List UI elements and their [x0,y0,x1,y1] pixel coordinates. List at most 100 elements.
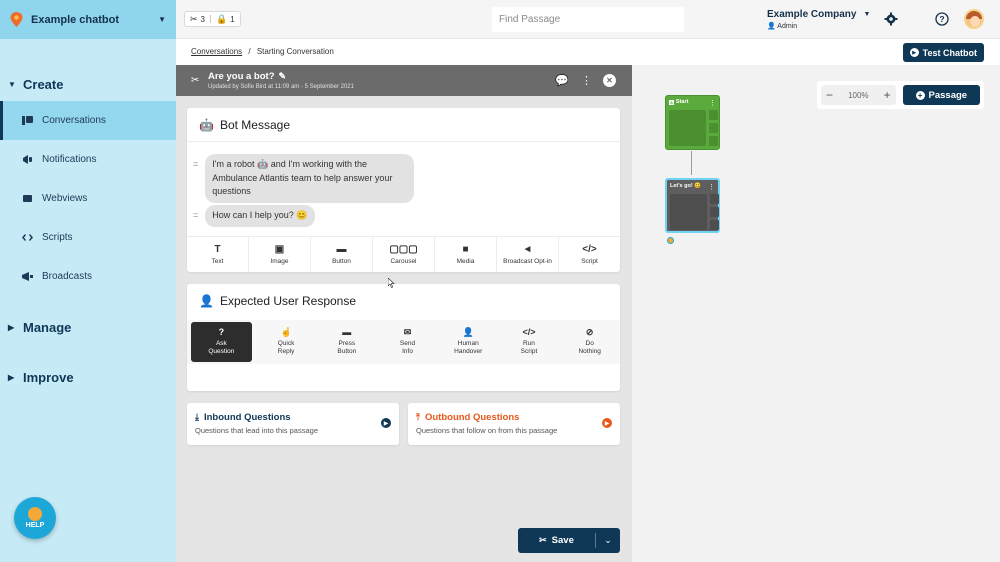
option-label: Send [399,340,416,347]
envelope-icon: ✉ [403,327,412,337]
chevron-right-icon: ▶ [8,372,15,382]
chevron-right-icon: ▶ [602,418,612,428]
flow-canvas[interactable]: − 100% + + Passage A Start ⋮ Let's go! 😊 … [632,65,1000,562]
add-carousel-button[interactable]: ▢▢▢ Carousel [373,237,435,272]
run-script-option[interactable]: </> Run Script [499,320,560,364]
zoom-in-button[interactable]: + [884,88,891,102]
option-label: Press [338,340,356,347]
chatbot-selector[interactable]: Example chatbot ▼ [0,0,176,39]
canvas-toolbar: − 100% + + Passage [817,81,984,109]
user-icon: 👤 [767,23,778,30]
comment-icon[interactable]: 💬 [555,74,569,87]
add-script-button[interactable]: </> Script [559,237,620,272]
add-image-button[interactable]: ▣ Image [249,237,311,272]
chat-bubbles-icon [22,116,33,125]
edit-icon[interactable]: ✎ [279,71,287,81]
drag-handle-icon[interactable]: = [193,159,198,169]
code-icon: </> [522,327,536,337]
robot-icon: 🤖 [199,117,214,132]
user-response-heading: Expected User Response [219,294,357,308]
chevron-down-icon: ▼ [158,15,166,24]
tool-label: Image [270,258,289,265]
sidebar-item-label: Webviews [42,193,88,204]
sidebar-item-conversations[interactable]: Conversations [0,101,176,140]
add-broadcast-optin-button[interactable]: ◄ Broadcast Opt-in [497,237,559,272]
section-improve[interactable]: ▶ Improve [0,366,176,388]
passage-node-start[interactable]: A Start ⋮ [665,95,720,150]
help-circle-icon[interactable]: ? [935,12,949,26]
tool-label: Broadcast Opt-in [503,258,552,265]
gear-icon[interactable] [884,12,898,26]
message-bubble[interactable]: How can I help you? 😊 [205,205,315,227]
tool-label: Media [456,258,475,265]
inbound-title: Inbound Questions [203,412,291,423]
add-media-button[interactable]: ■ Media [435,237,497,272]
section-manage[interactable]: ▶ Manage [0,316,176,338]
option-label: Handover [454,348,483,355]
close-icon[interactable]: ✕ [603,74,616,87]
node-slot [710,220,719,230]
passage-node-lets-go[interactable]: Let's go! 😊 ⋮ [665,178,720,233]
map-pin-icon [10,12,23,27]
node-preview [670,194,707,230]
add-passage-button[interactable]: + Passage [902,85,980,105]
passage-title[interactable]: Are you a bot? [208,71,275,82]
broadcast-icon: ◄ [522,244,533,255]
option-label: Nothing [578,348,601,355]
text-icon: T [214,244,221,255]
passage-updated: Updated by Sofie Bird at 11:09 am - 5 Se… [208,84,354,90]
breadcrumb-conversations-link[interactable]: Conversations [191,47,242,56]
more-vertical-icon[interactable]: ⋮ [709,99,716,107]
node-slot [709,136,718,146]
quick-reply-option[interactable]: ☝ Quick Reply [256,320,317,364]
sidebar-item-scripts[interactable]: Scripts [0,218,176,257]
editor-avatar-icon [667,237,674,244]
message-bubble[interactable]: I'm a robot 🤖 and I'm working with the A… [205,154,415,203]
ask-question-option[interactable]: ? Ask Question [191,322,252,362]
send-info-option[interactable]: ✉ Send Info [377,320,438,364]
press-button-option[interactable]: ▬ Press Button [316,320,377,364]
breadcrumb-current: Starting Conversation [256,47,334,56]
test-chatbot-button[interactable]: ▶ Test Chatbot [902,43,984,62]
inbound-questions[interactable]: ⤓ Inbound Questions Questions that lead i… [187,403,399,445]
node-title: Let's go! 😊 [670,183,702,189]
help-button[interactable]: HELP [14,497,56,539]
megaphone-icon [23,155,32,164]
breadcrumb: Conversations / Starting Conversation [191,47,334,56]
do-nothing-option[interactable]: ⊘ Do Nothing [559,320,620,364]
play-icon: ▶ [909,48,919,57]
sidebar-item-notifications[interactable]: Notifications [0,140,176,179]
zoom-control: − 100% + [821,85,896,105]
add-button-button[interactable]: ▬ Button [311,237,373,272]
chevron-down-icon: ▼ [863,11,871,18]
add-text-button[interactable]: T Text [187,237,249,272]
section-create[interactable]: ▼ Create [0,73,176,95]
save-options-button[interactable]: ⌄ [596,528,620,553]
tools-icon: ✂ [190,13,198,24]
option-label: Quick [277,340,295,347]
company-switcher[interactable]: Example Company ▼ 👤 Admin [767,9,870,30]
pointer-icon: ☝ [280,327,292,337]
passage-editor: ✂ Are you a bot? ✎ Updated by Sofie Bird … [176,65,632,562]
save-button[interactable]: ✂ Save [518,528,595,553]
human-handover-option[interactable]: 👤 Human Handover [438,320,499,364]
outbound-questions[interactable]: ⤒ Outbound Questions Questions that follo… [408,403,620,445]
option-label: Reply [277,348,295,355]
passages-count: 3 [200,14,205,24]
drag-handle-icon[interactable]: = [193,210,198,220]
avatar[interactable] [964,9,984,29]
zoom-out-button[interactable]: − [826,88,833,102]
inbound-subtitle: Questions that lead into this passage [195,426,318,435]
more-vertical-icon[interactable]: ⋮ [581,74,592,87]
zoom-level: 100% [848,90,869,100]
sidebar-item-broadcasts[interactable]: Broadcasts [0,257,176,296]
user-role: Admin [777,23,798,30]
more-vertical-icon[interactable]: ⋮ [708,183,715,191]
sidebar-item-webviews[interactable]: Webviews [0,179,176,218]
lock-icon: 🔒 [216,13,228,24]
download-icon: ⤓ [195,412,199,422]
passage-stats[interactable]: ✂ 3 🔒 1 [184,11,241,27]
search-input[interactable] [492,7,684,32]
start-flag-icon: A [669,99,674,105]
node-slot [710,207,719,217]
